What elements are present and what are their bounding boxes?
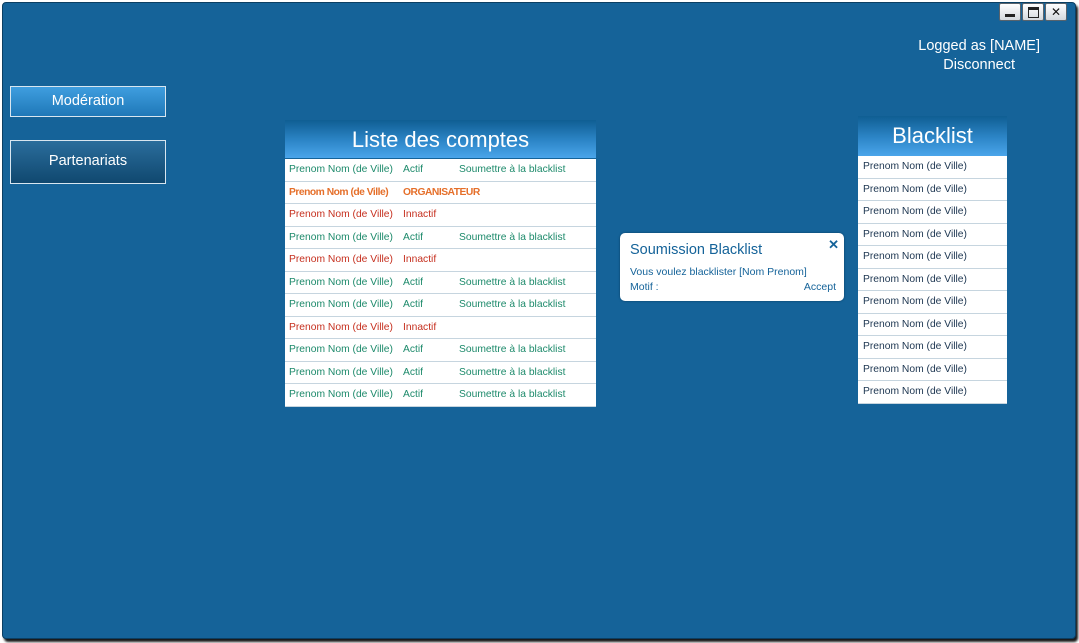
maximize-button[interactable] (1022, 3, 1044, 21)
account-name: Prenom Nom (de Ville) (289, 299, 393, 310)
account-row: Prenom Nom (de Ville) Actif Soumettre à la… (285, 227, 596, 250)
account-name: Prenom Nom (de Ville) (289, 344, 393, 355)
blacklist-row: Prenom Nom (de Ville) (858, 314, 1007, 336)
blacklist-row: Prenom Nom (de Ville) (858, 224, 1007, 246)
motif-label: Motif : (630, 281, 659, 293)
close-icon[interactable]: ✕ (828, 237, 839, 253)
account-row: Prenom Nom (de Ville) Innactif (285, 317, 596, 339)
blacklist-row: Prenom Nom (de Ville) (858, 336, 1007, 359)
account-status: Innactif (403, 209, 437, 220)
accounts-title: Liste des comptes (285, 120, 596, 158)
blacklist-row: Prenom Nom (de Ville) (858, 381, 1007, 404)
accept-button[interactable]: Accept (804, 281, 836, 293)
popup-title: Soumission Blacklist (630, 242, 763, 258)
blacklist-submit-link[interactable]: Soumettre à la blacklist (459, 362, 565, 385)
account-row: Prenom Nom (de Ville) Actif Soumettre à la… (285, 272, 596, 295)
account-name: Prenom Nom (de Ville) (289, 209, 393, 220)
blacklist-submit-link[interactable]: Soumettre à la blacklist (459, 294, 565, 317)
blacklist-row: Prenom Nom (de Ville) (858, 201, 1007, 224)
popup-message: Vous voulez blacklister [Nom Prenom] (630, 266, 807, 278)
blacklist-table: Prenom Nom (de Ville) Prenom Nom (de Vill… (858, 156, 1007, 404)
account-status: Innactif (403, 254, 437, 265)
minimize-icon (1005, 13, 1015, 17)
user-info: Logged as [NAME] Disconnect (918, 37, 1040, 75)
blacklist-submission-popup: Soumission Blacklist ✕ Vous voulez black… (620, 233, 844, 301)
account-name: Prenom Nom (de Ville) (289, 164, 393, 175)
account-name: Prenom Nom (de Ville) (289, 254, 393, 265)
account-row: Prenom Nom (de Ville) Innactif (285, 249, 596, 272)
account-row: Prenom Nom (de Ville) Actif Soumettre à la… (285, 384, 596, 407)
blacklist-row: Prenom Nom (de Ville) (858, 269, 1007, 291)
account-status: Actif (403, 231, 424, 243)
logged-as-label: Logged as [NAME] (918, 38, 1040, 54)
account-row: Prenom Nom (de Ville) Actif Soumettre à la… (285, 159, 596, 182)
blacklist-submit-link[interactable]: Soumettre à la blacklist (459, 159, 565, 182)
account-name: Prenom Nom (de Ville) (289, 231, 393, 243)
blacklist-row: Prenom Nom (de Ville) (858, 359, 1007, 381)
account-name: Prenom Nom (de Ville) (289, 321, 393, 333)
moderation-button[interactable]: Modération (10, 86, 166, 117)
blacklist-row: Prenom Nom (de Ville) (858, 246, 1007, 269)
account-row: Prenom Nom (de Ville) Innactif (285, 204, 596, 227)
blacklist-submit-link[interactable]: Soumettre à la blacklist (459, 272, 565, 295)
blacklist-row: Prenom Nom (de Ville) (858, 179, 1007, 201)
account-row: Prenom Nom (de Ville) Actif Soumettre à la… (285, 294, 596, 317)
account-row: Prenom Nom (de Ville) ORGANISATEUR (285, 182, 596, 204)
account-status: Actif (403, 366, 424, 378)
account-status: Actif (403, 389, 424, 400)
account-status: Actif (403, 164, 424, 175)
window-controls: ✕ (999, 3, 1067, 21)
account-status: ORGANISATEUR (403, 186, 480, 198)
account-status: Actif (403, 276, 424, 288)
account-name: Prenom Nom (de Ville) (289, 366, 393, 378)
accounts-table: Prenom Nom (de Ville) Actif Soumettre à la… (285, 159, 596, 407)
partnerships-button[interactable]: Partenariats (10, 140, 166, 184)
account-name: Prenom Nom (de Ville) (289, 389, 393, 400)
account-row: Prenom Nom (de Ville) Actif Soumettre à la… (285, 362, 596, 385)
minimize-button[interactable] (999, 3, 1021, 21)
maximize-icon (1027, 6, 1039, 18)
blacklist-submit-link[interactable]: Soumettre à la blacklist (459, 384, 565, 407)
blacklist-row: Prenom Nom (de Ville) (858, 156, 1007, 179)
account-status: Actif (403, 344, 424, 355)
account-name: Prenom Nom (de Ville) (289, 186, 389, 198)
account-row: Prenom Nom (de Ville) Actif Soumettre à la… (285, 339, 596, 362)
account-status: Innactif (403, 321, 437, 333)
blacklist-title: Blacklist (858, 116, 1007, 156)
app-window: ✕ Logged as [NAME] Disconnect Modération… (2, 2, 1076, 639)
close-icon: ✕ (1050, 5, 1062, 19)
account-status: Actif (403, 299, 424, 310)
blacklist-submit-link[interactable]: Soumettre à la blacklist (459, 227, 565, 250)
blacklist-row: Prenom Nom (de Ville) (858, 291, 1007, 314)
disconnect-link[interactable]: Disconnect (918, 56, 1040, 75)
blacklist-submit-link[interactable]: Soumettre à la blacklist (459, 339, 565, 362)
account-name: Prenom Nom (de Ville) (289, 276, 393, 288)
close-button[interactable]: ✕ (1045, 3, 1067, 21)
